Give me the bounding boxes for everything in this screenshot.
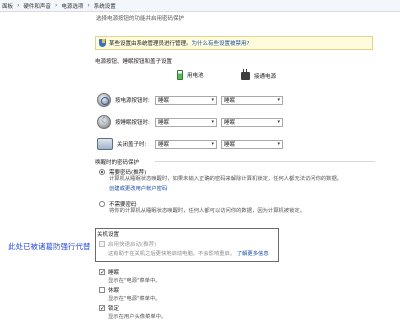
chevron-down-icon: ▾ (211, 141, 214, 147)
no-password-label: 不需要密码 (109, 202, 137, 208)
require-password-label: 需要密码(推荐) (109, 170, 147, 176)
battery-icon (177, 70, 183, 80)
sleep-menu-option: ✓ 睡眠 (99, 268, 119, 276)
hibernate-menu-option: 休眠 (99, 286, 119, 294)
sleep-button-plugged-select[interactable]: 睡眠 ▾ (221, 117, 283, 127)
select-value: 睡眠 (158, 142, 170, 148)
system-settings-panel: 选择电源按钮的功能并启用密码保护 某些设置由系统管理员进行管理。 为什么有些设置… (93, 12, 393, 320)
power-button-icon (97, 93, 111, 107)
breadcrumb-item-control-panel[interactable]: 面板 (2, 2, 13, 10)
lock-menu-checkbox[interactable]: ✓ (99, 305, 105, 312)
lock-menu-option: ✓ 锁定 (99, 304, 119, 312)
breadcrumb-item-power-options[interactable]: 电源选项 (61, 2, 83, 10)
select-value: 睡眠 (224, 120, 236, 126)
no-password-option[interactable]: 不需要密码 将你的计算机从睡眠状态唤醒时，任何人都可以访问你的数据，因为计算机被… (99, 200, 369, 216)
no-password-radio[interactable] (99, 201, 105, 207)
change-password-link[interactable]: 创建或更改用户帐户密码 (99, 184, 369, 192)
plug-icon (241, 69, 250, 80)
fast-startup-option: 启用快速启动(推荐) (99, 240, 156, 248)
chevron-right-icon: › (87, 2, 90, 9)
chevron-down-icon: ▾ (277, 119, 280, 125)
breadcrumb: 面板 › 硬件和声音 › 电源选项 › 系统设置 (0, 0, 400, 12)
power-button-battery-select[interactable]: 睡眠 ▾ (155, 95, 217, 105)
lid-close-battery-select[interactable]: 睡眠 ▾ (155, 139, 217, 149)
sleep-menu-desc: 显示在"电源"菜单中。 (108, 278, 161, 284)
fast-startup-checkbox[interactable] (99, 241, 105, 247)
power-button-plugged-select[interactable]: 睡眠 ▾ (221, 95, 283, 105)
lid-close-row: 关闭盖子时: 睡眠 ▾ 睡眠 ▾ (97, 134, 387, 154)
lock-menu-label: 锁定 (108, 306, 120, 312)
lock-menu-desc: 显示在用户头像菜单中。 (108, 314, 167, 320)
wake-section-title: 唤醒时的密码保护 (95, 160, 140, 166)
select-value: 睡眠 (224, 142, 236, 148)
admin-info-text: 某些设置由系统管理员进行管理。 (109, 41, 192, 47)
fast-startup-label: 启用快速启动(推荐) (108, 242, 157, 248)
admin-info-bar: 某些设置由系统管理员进行管理。 为什么有些设置被禁用? (95, 36, 373, 50)
sleep-menu-label: 睡眠 (108, 270, 120, 276)
chevron-down-icon: ▾ (211, 119, 214, 125)
column-header-battery: 用电池 (177, 70, 204, 80)
column-label-battery: 用电池 (187, 73, 204, 79)
fast-startup-desc-row: 这有助于在关机之后更快地启动电脑。不会影响重启。 了解更多信息 (108, 249, 269, 257)
shutdown-section-title: 关机设置 (97, 232, 120, 238)
sleep-menu-checkbox[interactable]: ✓ (99, 269, 105, 276)
fast-startup-desc: 这有助于在关机之后更快地启动电脑。不会影响重启。 (108, 251, 236, 257)
sleep-button-row: 按睡眠按钮时: 睡眠 ▾ 睡眠 ▾ (97, 112, 387, 132)
sleep-button-battery-select[interactable]: 睡眠 ▾ (155, 117, 217, 127)
no-password-desc: 将你的计算机从睡眠状态唤醒时，任何人都可以访问你的数据，因为计算机被锁定。 (109, 208, 305, 214)
sleep-button-icon (97, 115, 111, 129)
chevron-right-icon: › (17, 2, 20, 9)
why-disabled-link[interactable]: 为什么有些设置被禁用? (192, 39, 250, 47)
breadcrumb-item-hardware-sound[interactable]: 硬件和声音 (23, 2, 51, 10)
breadcrumb-item-system-settings: 系统设置 (93, 3, 116, 10)
require-password-radio[interactable] (99, 169, 105, 175)
require-password-desc: 计算机从睡眠状态唤醒时，如果未输入正确的密码来解除计算机锁定，任何人都无法访问你… (109, 176, 343, 182)
buttons-section-title: 电源按钮、睡眠按钮和盖子设置 (95, 59, 173, 65)
laptop-lid-icon (97, 138, 113, 150)
select-value: 睡眠 (158, 98, 170, 104)
page-subtitle: 选择电源按钮的功能并启用密码保护 (96, 16, 185, 22)
chevron-down-icon: ▾ (277, 97, 280, 103)
column-header-plugged: 接通电源 (241, 69, 277, 80)
lid-close-plugged-select[interactable]: 睡眠 ▾ (221, 139, 283, 149)
hibernate-menu-checkbox[interactable] (99, 287, 105, 293)
section-divider (155, 161, 375, 162)
annotation-note: 此处已被诸葛防强行代替 (8, 242, 91, 251)
learn-more-link[interactable]: 了解更多信息 (237, 251, 269, 257)
power-button-row: 按电源按钮时: 睡眠 ▾ 睡眠 ▾ (97, 90, 387, 110)
chevron-down-icon: ▾ (211, 97, 214, 103)
require-password-option[interactable]: 需要密码(推荐) 计算机从睡眠状态唤醒时，如果未输入正确的密码来解除计算机锁定，… (99, 168, 369, 192)
chevron-down-icon: ▾ (277, 141, 280, 147)
shield-icon (99, 39, 106, 47)
select-value: 睡眠 (158, 120, 170, 126)
hibernate-menu-label: 休眠 (108, 288, 120, 294)
chevron-right-icon: › (54, 2, 58, 9)
select-value: 睡眠 (224, 98, 236, 104)
hibernate-menu-desc: 显示在"电源"菜单中。 (108, 296, 161, 302)
column-label-plugged: 接通电源 (254, 74, 277, 80)
